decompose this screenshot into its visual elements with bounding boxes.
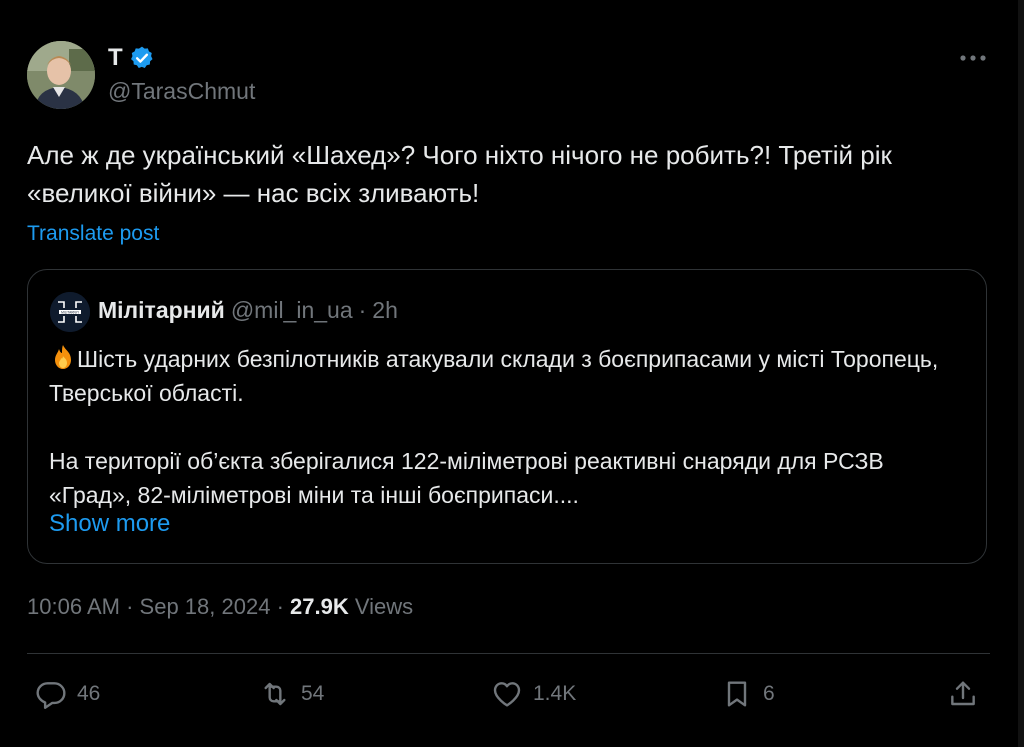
show-more-link[interactable]: Show more [49, 510, 170, 538]
views-count: 27.9K [290, 594, 349, 619]
reply-button[interactable]: 46 [35, 672, 100, 716]
quote-author-name[interactable]: Мілітарний [98, 297, 225, 324]
quote-avatar-logo-text: MILITARNYI [61, 310, 79, 314]
quote-header: Мілітарний @mil_in_ua · 2h [98, 297, 398, 324]
more-dots-icon[interactable] [958, 46, 988, 70]
author-name[interactable]: T [108, 44, 123, 72]
like-count: 1.4K [533, 682, 577, 705]
quote-age[interactable]: 2h [372, 297, 398, 324]
repost-button[interactable]: 54 [259, 672, 324, 716]
like-heart-icon [493, 682, 521, 707]
avatar-photo [27, 41, 95, 109]
avatar[interactable] [27, 41, 95, 109]
post-meta: 10:06 AM · Sep 18, 2024 · 27.9K Views [27, 594, 413, 620]
action-bar: 46 54 1.4K 6 [27, 672, 990, 716]
post-page: T @TarasChmut Але ж де український «Шахе… [0, 0, 1024, 747]
translate-post-link[interactable]: Translate post [27, 222, 159, 246]
author-handle[interactable]: @TarasChmut [108, 78, 255, 105]
bookmark-button[interactable]: 6 [721, 672, 775, 716]
fire-emoji-icon [49, 343, 77, 371]
verified-badge-icon[interactable] [129, 45, 155, 71]
quote-text: Шість ударних безпілотників атакували ск… [49, 346, 939, 508]
quoted-post-card[interactable]: MILITARNYI Мілітарний @mil_in_ua · 2h Ші… [27, 269, 987, 564]
meta-separator: · [276, 594, 284, 619]
views-label: Views [354, 594, 414, 619]
divider [27, 653, 990, 654]
reply-icon [36, 682, 66, 709]
reply-count: 46 [77, 682, 101, 705]
meta-separator: · [126, 594, 134, 619]
bookmark-count: 6 [763, 682, 775, 705]
quote-separator: · [358, 297, 367, 323]
like-button[interactable]: 1.4K [491, 672, 576, 716]
post-date[interactable]: Sep 18, 2024 [140, 594, 271, 619]
bookmark-icon [727, 681, 747, 707]
quote-text-block: Шість ударних безпілотників атакували ск… [49, 342, 969, 512]
repost-icon [264, 682, 286, 706]
share-button[interactable] [947, 672, 979, 716]
post-text: Але ж де український «Шахед»? Чого ніхто… [27, 140, 892, 208]
share-icon [951, 681, 975, 706]
quote-avatar[interactable]: MILITARNYI [50, 292, 90, 332]
scrollbar[interactable] [1018, 0, 1024, 747]
repost-count: 54 [301, 682, 325, 705]
quote-author-handle[interactable]: @mil_in_ua [231, 297, 353, 324]
author-name-row[interactable]: T [108, 44, 155, 72]
post-time[interactable]: 10:06 AM [27, 594, 120, 619]
